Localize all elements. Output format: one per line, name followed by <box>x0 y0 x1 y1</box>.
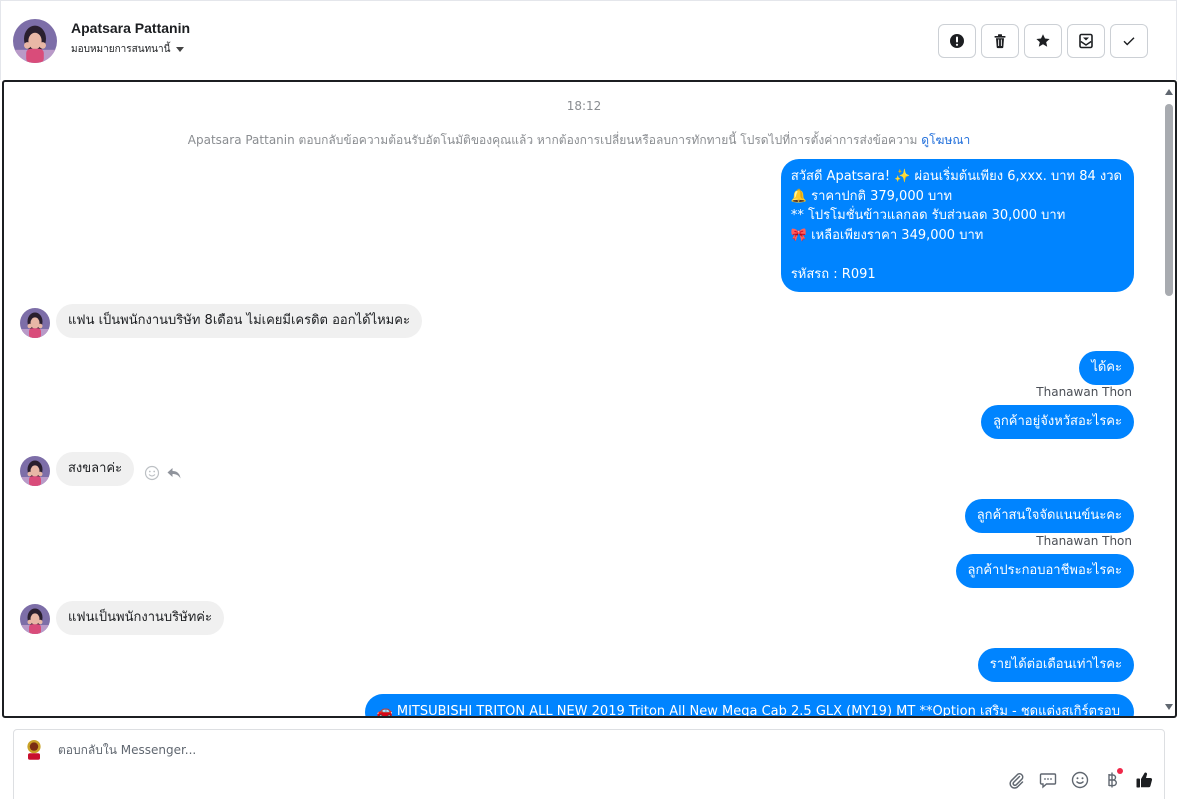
outgoing-message[interactable]: ลูกค้าประกอบอาชีพอะไรคะ <box>955 554 1134 588</box>
notification-dot <box>1117 768 1123 774</box>
outgoing-message[interactable]: ลูกค้าอยู่จังหวัสอะไรคะ <box>980 405 1134 439</box>
attach-button[interactable] <box>1006 770 1026 790</box>
message-line: 🔔 ราคาปกติ 379,000 บาท <box>790 188 953 204</box>
message-line: สวัสดี Apatsara! ✨ ผ่อนเริ่มต้นเพียง 6,x… <box>790 169 1122 184</box>
conversation-header: Apatsara Pattanin มอบหมายการสนทนานี้ <box>0 0 1177 80</box>
star-icon <box>1036 34 1050 47</box>
reply-input[interactable] <box>58 739 958 761</box>
message-timestamp: 18:12 <box>566 99 602 113</box>
avatar[interactable] <box>20 456 50 486</box>
incoming-message[interactable]: แฟนเป็นพนักงานบริษัทค่ะ <box>56 601 224 635</box>
view-ad-link[interactable]: ดูโฆษณา <box>921 133 970 147</box>
message-line: รหัสรถ : R091 <box>790 266 876 282</box>
incoming-message[interactable]: สงขลาค่ะ <box>56 452 135 486</box>
paperclip-icon <box>1009 773 1024 789</box>
outgoing-message[interactable]: สวัสดี Apatsara! ✨ ผ่อนเริ่มต้นเพียง 6,x… <box>780 159 1134 292</box>
mark-done-button[interactable] <box>1110 24 1148 58</box>
outgoing-message[interactable]: ได้คะ <box>1079 351 1134 385</box>
emoji-button[interactable] <box>1070 770 1090 790</box>
sender-name: Thanawan Thon <box>1036 534 1132 548</box>
reply-icon[interactable] <box>166 465 182 481</box>
smiley-icon <box>1071 771 1089 789</box>
check-icon <box>1123 37 1135 46</box>
avatar[interactable] <box>20 604 50 634</box>
sender-name: Thanawan Thon <box>1036 385 1132 399</box>
assign-label: มอบหมายการสนทนานี้ <box>71 44 171 55</box>
incoming-message[interactable]: แฟน เป็นพนักงานบริษัท 8เดือน ไม่เคยมีเคร… <box>56 304 422 338</box>
scroll-up-arrow-icon[interactable] <box>1165 89 1173 95</box>
payment-button[interactable] <box>1102 768 1123 790</box>
contact-name[interactable]: Apatsara Pattanin <box>71 20 190 36</box>
message-line: ** โปรโมชั่นข้าวแลกลด รับส่วนลด 30,000 บ… <box>790 208 1066 223</box>
composer-actions <box>1006 768 1154 790</box>
notice-text: Apatsara Pattanin ตอบกลับข้อความต้อนรับอ… <box>187 133 918 147</box>
scrollbar-thumb[interactable] <box>1165 104 1173 296</box>
message-line <box>791 245 1122 265</box>
saved-replies-button[interactable] <box>1038 770 1058 790</box>
scroll-down-arrow-icon[interactable] <box>1165 704 1173 710</box>
caret-down-icon <box>176 47 185 52</box>
like-button[interactable] <box>1134 770 1154 790</box>
avatar[interactable] <box>20 308 50 338</box>
mark-unread-icon <box>1079 33 1093 49</box>
chat-bubble-icon <box>1039 773 1057 789</box>
message-thread[interactable]: 18:12 Apatsara Pattanin ตอบกลับข้อความต้… <box>2 80 1177 718</box>
exclamation-icon <box>950 34 964 48</box>
message-line: 🎀 เหลือเพียงราคา 349,000 บาท <box>790 227 984 243</box>
avatar[interactable] <box>13 19 57 63</box>
emoji-react-icon[interactable] <box>144 465 160 481</box>
delete-button[interactable] <box>981 24 1019 58</box>
conversation-toolbar <box>938 24 1148 58</box>
auto-reply-notice: Apatsara Pattanin ตอบกลับข้อความต้อนรับอ… <box>4 131 1154 150</box>
assign-conversation-dropdown[interactable]: มอบหมายการสนทนานี้ <box>71 42 185 57</box>
mark-spam-button[interactable] <box>938 24 976 58</box>
trash-icon <box>994 34 1006 49</box>
thumbs-up-icon <box>1136 772 1153 788</box>
outgoing-message[interactable]: 🚗 MITSUBISHI TRITON ALL NEW 2019 Triton … <box>364 694 1134 716</box>
message-actions <box>144 465 182 481</box>
message-composer <box>13 729 1165 799</box>
mark-unread-button[interactable] <box>1067 24 1105 58</box>
page-avatar <box>22 737 46 761</box>
star-button[interactable] <box>1024 24 1062 58</box>
outgoing-message[interactable]: ลูกค้าสนใจจัดแนนข์นะคะ <box>964 499 1134 533</box>
outgoing-message[interactable]: รายได้ต่อเดือนเท่าไรคะ <box>977 648 1134 682</box>
